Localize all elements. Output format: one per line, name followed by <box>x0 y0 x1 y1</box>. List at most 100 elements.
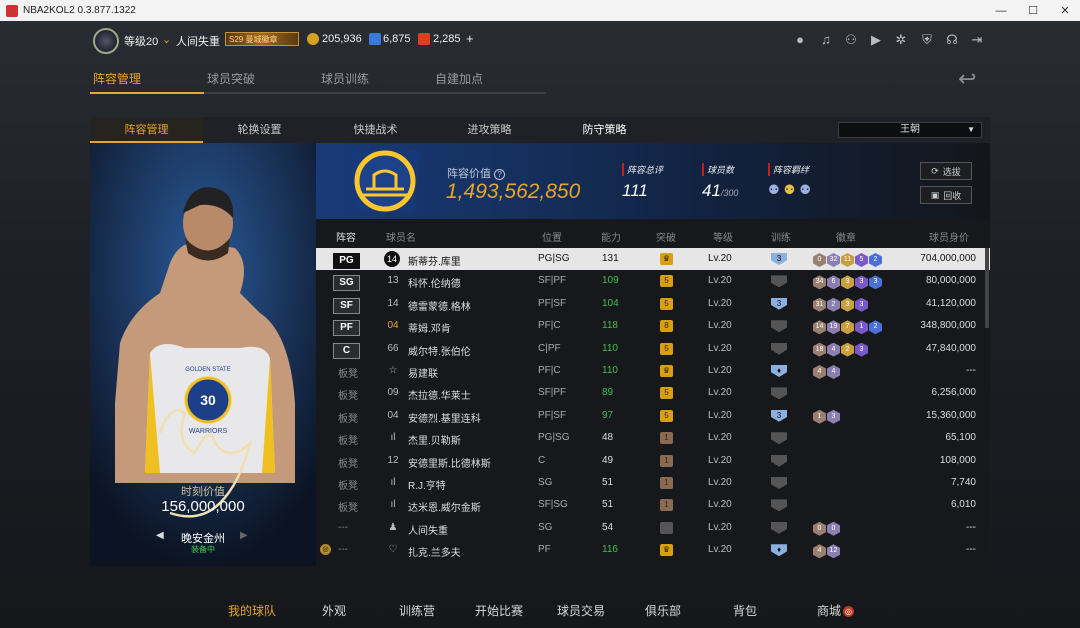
table-row[interactable]: 板凳 09 杰拉德.华莱士 SF|PF 89 5 Lv.20 6,256,000 <box>316 382 990 404</box>
breakthrough-badge[interactable]: 1 <box>660 477 673 489</box>
minimize-button[interactable]: — <box>986 0 1016 21</box>
training-shield-icon[interactable] <box>771 454 787 467</box>
badge-list[interactable]: 13 <box>813 409 840 424</box>
training-shield-icon[interactable] <box>771 342 787 355</box>
nav-trade[interactable]: 球员交易 <box>557 602 605 619</box>
training-shield-icon[interactable] <box>771 320 787 333</box>
stat-bonds[interactable]: 阵容羁绊 ⚉⚉⚉ <box>768 163 815 198</box>
nav-start-game[interactable]: 开始比赛 <box>475 602 523 619</box>
table-row[interactable]: PF 04 蒂姆.邓肯 PF|C 118 8 Lv.20 14 19 7 1 2 348,800,000 <box>316 315 990 337</box>
nav-my-team[interactable]: 我的球队 <box>228 602 276 619</box>
breakthrough-badge[interactable]: 5 <box>660 275 673 288</box>
subtab-lineup[interactable]: 阵容管理 <box>90 117 203 143</box>
table-row[interactable]: PG 14 斯蒂芬.库里 PG|SG 131 ♛ Lv.20 3 0 32 11 5 2 704,000,… <box>316 248 990 270</box>
training-shield-icon[interactable]: ♦ <box>771 365 787 377</box>
player-name[interactable]: 扎克.兰多夫 <box>408 544 461 559</box>
position-slot-badge[interactable]: SF <box>333 297 360 314</box>
subtab-offense[interactable]: 进攻策略 <box>433 117 546 143</box>
player-name[interactable]: 杰拉德.华莱士 <box>408 387 471 402</box>
video-icon[interactable]: ▶ <box>868 32 884 48</box>
training-shield-icon[interactable] <box>771 521 787 534</box>
help-icon[interactable]: ? <box>494 169 506 180</box>
rank-badge[interactable]: S29 曼城徽章 <box>225 32 299 46</box>
table-row[interactable]: --- ♟ 人间失重 SG 54 Lv.20 0 0 --- <box>316 517 990 539</box>
tab-custom-points[interactable]: 自建加点 <box>432 70 546 94</box>
player-name[interactable]: 安德里斯.比德林斯 <box>408 455 491 470</box>
training-shield-icon[interactable] <box>771 387 787 400</box>
training-shield-icon[interactable] <box>771 477 787 489</box>
nav-club[interactable]: 俱乐部 <box>645 602 681 619</box>
next-arrow-icon[interactable]: ▶ <box>240 530 248 541</box>
table-row[interactable]: 板凳 ☆ 易建联 PF|C 110 ♛ Lv.20 ♦ 4 4 --- <box>316 360 990 382</box>
breakthrough-badge[interactable]: 8 <box>660 320 673 333</box>
col-ability[interactable]: 能力 <box>601 229 621 244</box>
col-name[interactable]: 球员名 <box>386 229 416 244</box>
table-row[interactable]: ◎ --- ♡ 扎克.兰多夫 PF 116 ♛ Lv.20 ♦ 4 12 --- <box>316 539 990 561</box>
training-shield-icon[interactable] <box>771 432 787 445</box>
table-row[interactable]: C 66 威尔特.张伯伦 C|PF 110 5 Lv.20 18 4 2 3 47,840,000 <box>316 338 990 360</box>
training-shield-icon[interactable] <box>771 499 787 512</box>
nav-training-camp[interactable]: 训练营 <box>399 602 435 619</box>
table-row[interactable]: SF 14 德雷蒙德.格林 PF|SF 104 5 Lv.20 3 31 2 3 3 41,120,00… <box>316 293 990 315</box>
table-row[interactable]: 板凳 ıl 杰里.贝勒斯 PG|SG 48 1 Lv.20 65,100 <box>316 427 990 449</box>
training-shield-icon[interactable]: 3 <box>771 253 787 265</box>
player-name[interactable]: 蒂姆.邓肯 <box>408 320 451 335</box>
shield-icon[interactable]: ⛨ <box>919 32 935 48</box>
position-slot-badge[interactable]: SG <box>333 275 360 292</box>
training-shield-icon[interactable]: 3 <box>771 297 787 310</box>
player-name[interactable]: 安德烈.基里连科 <box>408 410 481 425</box>
tab-training[interactable]: 球员训练 <box>318 70 432 94</box>
roster-scrollbar[interactable] <box>985 248 989 328</box>
breakthrough-badge[interactable]: ♛ <box>660 544 673 557</box>
select-button[interactable]: ⟳ 选拔 <box>920 162 972 180</box>
friends-icon[interactable]: ⚇ <box>843 32 859 48</box>
bell-icon[interactable]: ♫ <box>818 32 834 48</box>
subtab-quick-tactics[interactable]: 快捷战术 <box>319 117 432 143</box>
col-breakthrough[interactable]: 突破 <box>656 229 676 244</box>
training-shield-icon[interactable]: 3 <box>771 409 787 422</box>
col-slot[interactable]: 阵容 <box>336 229 356 244</box>
maximize-button[interactable]: ☐ <box>1018 0 1048 21</box>
player-name[interactable]: R.J.亨特 <box>408 477 446 492</box>
position-slot-badge[interactable]: C <box>333 342 360 359</box>
subtab-defense[interactable]: 防守策略 <box>548 117 661 143</box>
nav-backpack[interactable]: 背包 <box>733 602 757 619</box>
table-row[interactable]: 板凳 ıl R.J.亨特 SG 51 1 Lv.20 7,740 <box>316 472 990 494</box>
breakthrough-badge[interactable]: 1 <box>660 432 673 445</box>
col-level[interactable]: 等级 <box>713 229 733 244</box>
gear-icon[interactable]: ✲ <box>893 32 909 48</box>
player-name[interactable]: 斯蒂芬.库里 <box>408 253 461 268</box>
badge-list[interactable]: 00 <box>813 521 840 536</box>
add-currency-button[interactable]: + <box>466 31 474 46</box>
player-name[interactable]: 易建联 <box>408 365 438 380</box>
close-button[interactable]: ✕ <box>1050 0 1080 21</box>
training-shield-icon[interactable]: ♦ <box>771 544 787 557</box>
col-training[interactable]: 训练 <box>771 229 791 244</box>
breakthrough-badge[interactable] <box>660 521 673 534</box>
tab-breakthrough[interactable]: 球员突破 <box>204 70 318 94</box>
back-icon[interactable]: ↩ <box>958 68 992 90</box>
badge-list[interactable]: 18 4 2 3 <box>813 342 868 357</box>
badge-list[interactable]: 34 6 3 3 3 <box>813 275 882 290</box>
avatar[interactable] <box>93 28 119 54</box>
table-row[interactable]: SG 13 科怀.伦纳德 SF|PF 109 5 Lv.20 34 6 3 3 3 80,000,000 <box>316 270 990 292</box>
nav-appearance[interactable]: 外观 <box>322 602 346 619</box>
exit-icon[interactable]: ⇥ <box>969 32 985 48</box>
player-card[interactable]: 30 GOLDEN STATE WARRIORS 时刻价值 156,000,00… <box>90 143 316 566</box>
player-name[interactable]: 人间失重 <box>408 522 448 537</box>
table-row[interactable]: 板凳 ıl 达米恩.威尔金斯 SF|SG 51 1 Lv.20 6,010 <box>316 494 990 516</box>
headset-icon[interactable]: ☊ <box>944 32 960 48</box>
col-position[interactable]: 位置 <box>542 229 562 244</box>
breakthrough-badge[interactable]: 5 <box>660 297 673 310</box>
position-slot-badge[interactable]: PG <box>333 253 360 269</box>
breakthrough-badge[interactable]: ♛ <box>660 253 673 265</box>
training-shield-icon[interactable] <box>771 275 787 288</box>
table-row[interactable]: 板凳 04 安德烈.基里连科 PF|SF 97 5 Lv.20 3 1 3 15,360,000 <box>316 405 990 427</box>
nav-mall[interactable]: 商城 ◎ <box>817 602 855 619</box>
breakthrough-badge[interactable]: 1 <box>660 454 673 467</box>
player-name[interactable]: 德雷蒙德.格林 <box>408 298 471 313</box>
position-slot-badge[interactable]: PF <box>333 320 360 337</box>
badge-list[interactable]: 31 2 3 3 <box>813 297 868 312</box>
subtab-rotation[interactable]: 轮换设置 <box>203 117 316 143</box>
player-name[interactable]: 达米恩.威尔金斯 <box>408 499 481 514</box>
